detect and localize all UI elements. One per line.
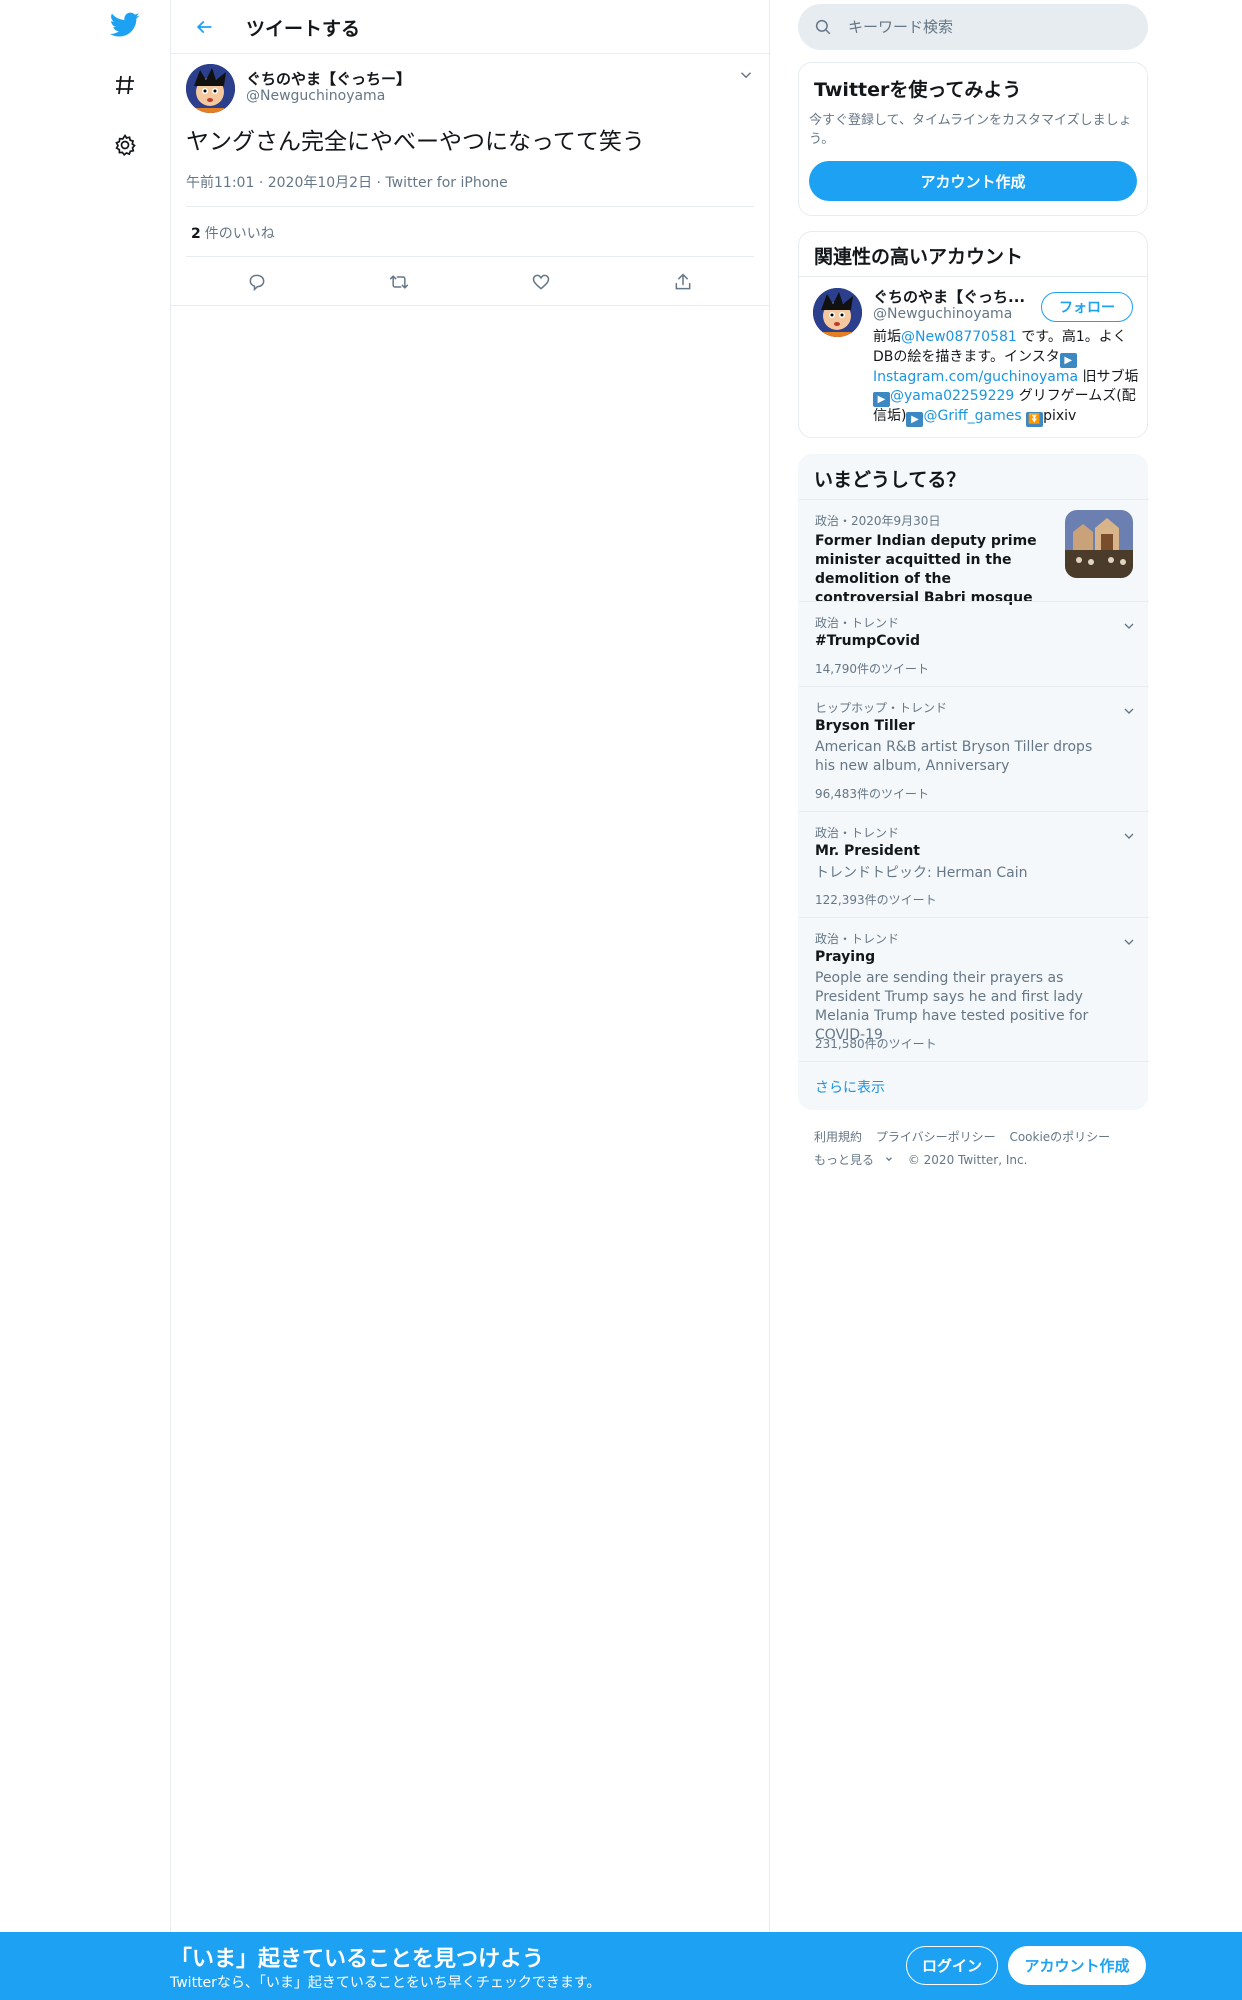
chevron-down-icon[interactable]: [1121, 618, 1137, 634]
divider: [186, 256, 754, 257]
signup-card: Twitterを使ってみよう 今すぐ登録して、タイムラインをカスタマイズしましょ…: [798, 62, 1148, 216]
divider: [171, 305, 769, 306]
news-thumbnail: [1065, 510, 1133, 578]
trend-item[interactable]: 政治・トレンド Praying People are sending their…: [799, 917, 1149, 1061]
footer-more[interactable]: もっと見る: [814, 1153, 894, 1167]
sidebar-footer: 利用規約 プライバシーポリシー Cookieのポリシー もっと見る © 2020…: [814, 1126, 1144, 1172]
bio-link[interactable]: @Griff_games: [923, 408, 1021, 424]
chevron-down-icon[interactable]: [1121, 703, 1137, 719]
related-bio: 前垢@New08770581 です。高1。よくDBの絵を描きます。インスタ ▶ I…: [873, 328, 1141, 427]
trend-count: 231,580件のツイート: [815, 1037, 937, 1051]
related-title: 関連性の高いアカウント: [814, 246, 1024, 268]
hashtag-icon[interactable]: [108, 68, 142, 102]
show-more-row: さらに表示: [799, 1061, 1149, 1111]
search-bar: [798, 4, 1148, 50]
trend-name: Praying: [815, 949, 876, 965]
trend-meta: ヒップホップ・トレンド: [815, 701, 948, 715]
bottom-bar-title: 「いま」起きていることを見つけよう: [170, 1947, 545, 1972]
chevron-down-icon[interactable]: [1121, 934, 1137, 950]
related-accounts-card: 関連性の高いアカウント ぐちのやま【ぐっち... @Newguchinoyama…: [798, 231, 1148, 438]
trend-count: 96,483件のツイート: [815, 787, 929, 801]
trends-title: いまどうしてる？: [814, 469, 966, 491]
footer-copyright: © 2020 Twitter, Inc.: [907, 1153, 1028, 1167]
related-handle[interactable]: @Newguchinoyama: [873, 306, 1012, 322]
follow-button[interactable]: フォロー: [1041, 292, 1133, 322]
tweet-actions: [186, 258, 754, 306]
chevron-down-icon[interactable]: [737, 66, 755, 84]
likes-stat[interactable]: 2 件のいいね: [191, 223, 275, 243]
related-avatar[interactable]: [813, 288, 862, 337]
news-meta: 政治・2020年9月30日: [815, 514, 941, 528]
trend-name: Mr. President: [815, 843, 920, 859]
reply-icon[interactable]: [186, 258, 328, 306]
author-name[interactable]: ぐちのやま【ぐっちー】: [246, 68, 411, 89]
tweet-meta: 午前11:01 · 2020年10月2日 · Twitter for iPhon…: [186, 172, 508, 192]
trend-desc: People are sending their prayers as Pres…: [815, 970, 1089, 1043]
meta-separator: ·: [258, 175, 268, 191]
likes-count: 2: [191, 226, 201, 242]
likes-label: 件のいいね: [204, 226, 275, 242]
show-more-link[interactable]: さらに表示: [815, 1077, 885, 1097]
bio-text: 旧サブ垢: [1078, 368, 1139, 385]
chevron-down-icon[interactable]: [1121, 828, 1137, 844]
login-button[interactable]: ログイン: [906, 1946, 998, 1985]
arrow-left-icon[interactable]: [187, 10, 221, 44]
tweet-text: ヤングさん完全にやべーやつになってて笑う: [186, 129, 645, 155]
search-icon: [814, 18, 832, 40]
footer-terms[interactable]: 利用規約: [814, 1130, 862, 1144]
tweet-source[interactable]: Twitter for iPhone: [385, 175, 507, 191]
trend-meta: 政治・トレンド: [815, 826, 900, 840]
main-column: ツイートする ぐちのやま【ぐっちー】 @Newguchinoyama ヤングさん…: [170, 0, 770, 1932]
left-nav: [0, 0, 170, 1932]
news-item[interactable]: 政治・2020年9月30日 Former Indian deputy prime…: [799, 499, 1149, 606]
footer-cookie[interactable]: Cookieのポリシー: [1009, 1130, 1110, 1144]
bio-text: 前垢: [873, 329, 901, 345]
author-avatar[interactable]: [186, 64, 235, 113]
bottom-signup-bar: 「いま」起きていることを見つけよう Twitterなら、「いま」起きていることを…: [0, 1932, 1242, 2000]
related-name[interactable]: ぐちのやま【ぐっち...: [873, 286, 1043, 307]
create-account-button[interactable]: アカウント作成: [809, 161, 1137, 201]
trend-item[interactable]: 政治・トレンド Mr. President トレンドトピック: Herman C…: [799, 811, 1149, 917]
play-button-emoji-icon: ▶: [1059, 352, 1077, 368]
divider: [186, 206, 754, 207]
signup-card-title: Twitterを使ってみよう: [814, 79, 1022, 101]
bottom-create-account-button[interactable]: アカウント作成: [1008, 1946, 1146, 1985]
twitter-bird-icon[interactable]: [108, 8, 142, 42]
trend-item[interactable]: ヒップホップ・トレンド Bryson Tiller American R&B a…: [799, 686, 1149, 811]
trend-name: #TrumpCovid: [815, 633, 921, 649]
trend-name: Bryson Tiller: [815, 718, 915, 734]
bottom-bar-subtitle: Twitterなら、「いま」起きていることをいち早くチェックできます。: [170, 1975, 601, 1991]
fast-down-emoji-icon: ⏬: [1026, 412, 1044, 427]
share-icon[interactable]: [612, 258, 754, 306]
trend-count: 14,790件のツイート: [815, 662, 929, 676]
footer-privacy[interactable]: プライバシーポリシー: [876, 1130, 996, 1144]
tweet-time[interactable]: 午前11:01: [186, 175, 254, 191]
trend-desc: トレンドトピック: Herman Cain: [815, 865, 1028, 881]
trend-meta: 政治・トレンド: [815, 616, 900, 630]
play-button-emoji-icon: ▶: [873, 392, 890, 407]
trend-count: 122,393件のツイート: [815, 893, 937, 907]
tweet-date[interactable]: 2020年10月2日: [268, 175, 372, 191]
page-header: ツイートする: [171, 0, 769, 54]
trend-desc: American R&B artist Bryson Tiller drops …: [815, 739, 1093, 774]
heart-icon[interactable]: [470, 258, 612, 306]
author-handle[interactable]: @Newguchinoyama: [246, 88, 385, 104]
trend-meta: 政治・トレンド: [815, 932, 900, 946]
bio-link[interactable]: Instagram.com/guchinoyama: [873, 369, 1078, 385]
retweet-icon[interactable]: [328, 258, 470, 306]
footer-more-label: もっと見る: [814, 1153, 875, 1167]
gear-icon[interactable]: [108, 128, 142, 162]
bio-link[interactable]: @New08770581: [901, 329, 1017, 345]
play-button-emoji-icon: ▶: [906, 412, 924, 427]
bio-text: pixiv: [1043, 408, 1077, 424]
news-title: Former Indian deputy prime minister acqu…: [815, 533, 1037, 606]
search-input[interactable]: [848, 4, 1128, 50]
signup-card-subtitle: 今すぐ登録して、タイムラインをカスタマイズしましょう。: [809, 113, 1132, 147]
divider: [799, 276, 1147, 277]
trends-card: いまどうしてる？ 政治・2020年9月30日 Former Indian dep…: [798, 454, 1149, 1111]
trend-item[interactable]: 政治・トレンド #TrumpCovid 14,790件のツイート: [799, 601, 1149, 686]
bio-link[interactable]: @yama02259229: [890, 388, 1014, 404]
chevron-down-icon: [886, 1157, 892, 1162]
page-title: ツイートする: [246, 18, 361, 40]
